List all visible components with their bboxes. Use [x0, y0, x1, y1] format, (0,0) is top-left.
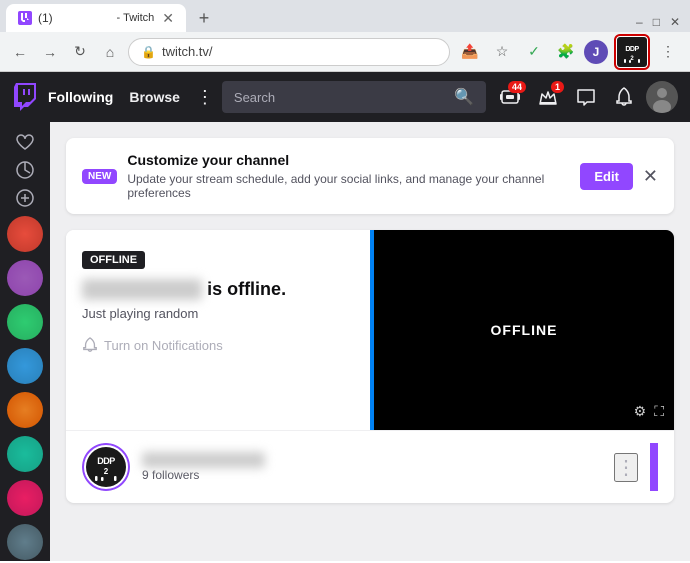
- channel-status-text: is offline.: [207, 279, 286, 299]
- nav-right-icons: 44 1: [494, 81, 678, 113]
- svg-text:2: 2: [104, 467, 109, 476]
- sidebar-avatar-8[interactable]: [7, 524, 43, 560]
- channel-name: ChannelName is offline.: [82, 279, 354, 300]
- fullscreen-icon[interactable]: ⛶: [654, 403, 664, 420]
- customize-banner: NEW Customize your channel Update your s…: [66, 138, 674, 214]
- svg-text:DDP: DDP: [625, 46, 639, 53]
- purple-accent-bar: [650, 443, 658, 491]
- sidebar-avatar-7[interactable]: [7, 480, 43, 516]
- tab-close-btn[interactable]: ✕: [162, 10, 174, 27]
- channel-avatar[interactable]: DDP 2: [82, 443, 130, 491]
- sidebar-avatar-6[interactable]: [7, 436, 43, 472]
- address-text: twitch.tv/: [162, 44, 213, 59]
- sidebar-avatar-3[interactable]: [7, 304, 43, 340]
- window-minimize[interactable]: –: [636, 15, 643, 29]
- sidebar-avatar-4[interactable]: [7, 348, 43, 384]
- banner-edit-button[interactable]: Edit: [580, 163, 633, 190]
- video-offline-text: OFFLINE: [491, 322, 558, 338]
- window-close[interactable]: ✕: [670, 15, 680, 29]
- nav-more-button[interactable]: ⋮: [196, 87, 214, 108]
- svg-text:DDP: DDP: [97, 456, 115, 466]
- channel-meta: ChannelUsername 9 followers: [142, 452, 602, 482]
- forward-button[interactable]: →: [38, 40, 62, 64]
- channel-footer-name: ChannelUsername: [142, 452, 602, 468]
- notifications-button[interactable]: Turn on Notifications: [82, 337, 223, 353]
- sidebar-avatar-5[interactable]: [7, 392, 43, 428]
- reload-button[interactable]: ↻: [68, 40, 92, 64]
- twitch-main: NEW Customize your channel Update your s…: [0, 122, 690, 561]
- search-bar[interactable]: 🔍: [222, 81, 486, 113]
- cast-icon[interactable]: 📤: [456, 38, 484, 66]
- banner-close-button[interactable]: ✕: [643, 166, 658, 187]
- content-area: NEW Customize your channel Update your s…: [50, 122, 690, 561]
- browser-tab[interactable]: (1) - Twitch ✕: [6, 4, 186, 32]
- ddp2-extension-button[interactable]: DDP 2: [614, 34, 650, 70]
- chat-icon-button[interactable]: [570, 81, 602, 113]
- notifications-bell-button[interactable]: [608, 81, 640, 113]
- more-options-icon[interactable]: ⋮: [654, 38, 682, 66]
- channel-card: OFFLINE ChannelName is offline. Just pla…: [66, 230, 674, 503]
- browser-toolbar: ← → ↻ ⌂ 🔒 twitch.tv/ 📤 ☆ ✓ 🧩 J DDP 2: [0, 32, 690, 72]
- sidebar-heart-icon[interactable]: [7, 134, 43, 152]
- prime-icon-button[interactable]: 1: [532, 81, 564, 113]
- new-tag: NEW: [82, 169, 117, 184]
- sidebar-esports-icon[interactable]: [7, 188, 43, 208]
- banner-title: Customize your channel: [127, 152, 289, 168]
- search-input[interactable]: [234, 90, 446, 105]
- extensions-puzzle-icon[interactable]: 🧩: [552, 38, 580, 66]
- address-bar[interactable]: 🔒 twitch.tv/: [128, 38, 450, 66]
- channel-name-blurred: ChannelName: [82, 279, 202, 300]
- video-panel: OFFLINE ⚙ ⛶: [374, 230, 674, 430]
- following-nav-link[interactable]: Following: [48, 89, 113, 105]
- channel-followers: 9 followers: [142, 468, 602, 482]
- user-profile-avatar[interactable]: J: [584, 40, 608, 64]
- tab-title: (1): [38, 11, 111, 25]
- treasury-icon-button[interactable]: 44: [494, 81, 526, 113]
- settings-icon[interactable]: ⚙: [634, 403, 647, 420]
- home-button[interactable]: ⌂: [98, 40, 122, 64]
- tab-favicon: [18, 11, 32, 25]
- twitch-logo[interactable]: [12, 83, 40, 111]
- notifications-badge: 44: [508, 81, 526, 93]
- twitch-app: Following Browse ⋮ 🔍 44: [0, 72, 690, 561]
- banner-text: Customize your channel Update your strea…: [127, 152, 570, 200]
- extension-check-icon[interactable]: ✓: [520, 38, 548, 66]
- window-maximize[interactable]: □: [653, 15, 660, 29]
- sidebar-browse-icon[interactable]: [7, 160, 43, 180]
- channel-footer: DDP 2 ChannelUsername: [66, 430, 674, 503]
- channel-avatar-logo: DDP 2: [88, 450, 124, 484]
- channel-top: OFFLINE ChannelName is offline. Just pla…: [66, 230, 674, 430]
- nav-links: Following Browse ⋮: [48, 87, 214, 108]
- banner-subtitle: Update your stream schedule, add your so…: [127, 172, 570, 200]
- prime-badge: 1: [551, 81, 564, 93]
- notifications-label: Turn on Notifications: [104, 338, 223, 353]
- channel-footer-name-blurred: ChannelUsername: [142, 452, 265, 468]
- sidebar-avatar-2[interactable]: [7, 260, 43, 296]
- browse-nav-link[interactable]: Browse: [129, 89, 180, 105]
- twitch-navbar: Following Browse ⋮ 🔍 44: [0, 72, 690, 122]
- back-button[interactable]: ←: [8, 40, 32, 64]
- channel-info-panel: OFFLINE ChannelName is offline. Just pla…: [66, 230, 370, 430]
- search-icon[interactable]: 🔍: [454, 87, 474, 107]
- video-controls: ⚙ ⛶: [634, 403, 664, 420]
- ddp2-logo-icon: DDP 2: [619, 40, 645, 64]
- channel-description: Just playing random: [82, 306, 354, 321]
- new-tab-button[interactable]: +: [190, 4, 218, 32]
- sidebar-avatar-1[interactable]: [7, 216, 43, 252]
- channel-more-button[interactable]: ⋮: [614, 453, 638, 482]
- tab-site: - Twitch: [117, 12, 155, 24]
- user-avatar-button[interactable]: [646, 81, 678, 113]
- toolbar-icons: 📤 ☆ ✓ 🧩 J DDP 2: [456, 34, 682, 70]
- offline-badge: OFFLINE: [82, 251, 145, 269]
- bookmark-star-icon[interactable]: ☆: [488, 38, 516, 66]
- lock-icon: 🔒: [141, 45, 156, 59]
- sidebar: [0, 122, 50, 561]
